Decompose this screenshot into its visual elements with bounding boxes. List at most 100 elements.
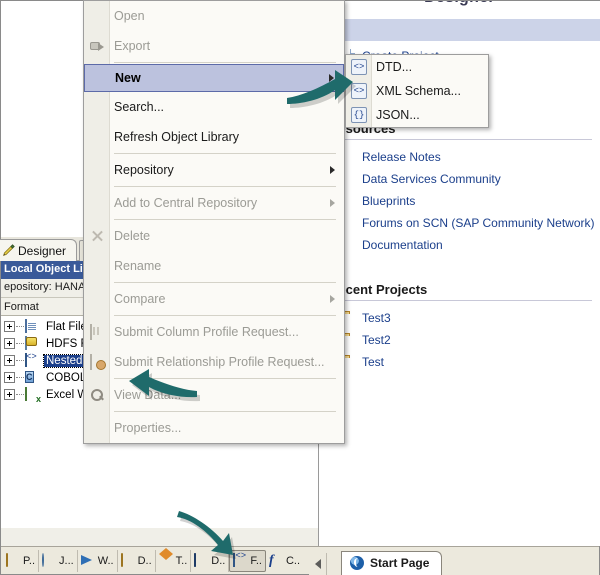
taskbar-button-label: C..: [285, 554, 301, 567]
datastore-icon: [194, 552, 209, 568]
taskbar-button-workflows[interactable]: W..: [78, 549, 118, 572]
menu-item-label: Submit Column Profile Request...: [114, 325, 299, 339]
taskbar-button-datastores[interactable]: D..: [191, 549, 230, 572]
menu-item-submit-relationship-profile-request[interactable]: Submit Relationship Profile Request...: [84, 347, 344, 377]
tab-start-page[interactable]: Start Page: [341, 550, 443, 575]
submenu-item-dtd[interactable]: <> DTD...: [346, 55, 488, 79]
menu-item-search[interactable]: Search...: [84, 92, 344, 122]
recent-project-test2[interactable]: Test2: [329, 329, 600, 351]
resource-data-services-community[interactable]: Data Services Community: [329, 168, 600, 190]
menu-item-label: Delete: [114, 229, 151, 243]
taskbar-button-label: F..: [250, 554, 262, 567]
menu-separator: [114, 219, 336, 220]
canvas-background-top-left: [1, 1, 83, 237]
menu-item-export[interactable]: Export: [84, 31, 344, 61]
expander-plus-icon[interactable]: [4, 372, 15, 383]
menu-item-label: View Data...: [114, 388, 182, 402]
resource-release-notes[interactable]: Release Notes: [329, 146, 600, 168]
expander-plus-icon[interactable]: [4, 389, 15, 400]
submenu-item-label: JSON...: [376, 108, 420, 122]
menu-item-label: Repository: [114, 163, 174, 177]
designer-heading: Designer: [319, 1, 600, 7]
project-folder-icon: [6, 552, 21, 568]
resource-documentation[interactable]: Documentation: [329, 234, 600, 256]
menu-item-label: Compare: [114, 292, 166, 306]
tree-connector: [16, 394, 24, 395]
menu-item-label: Rename: [114, 259, 162, 273]
menu-item-label: New: [115, 71, 141, 85]
menu-item-new[interactable]: New: [84, 64, 344, 92]
taskbar-button-jobs[interactable]: J...: [39, 549, 78, 572]
taskbar-button-dataflows[interactable]: D..: [118, 549, 156, 572]
formats-nested-icon: [233, 552, 248, 568]
taskbar-button-label: T..: [175, 554, 188, 567]
nested-schema-icon: [25, 352, 40, 368]
expander-plus-icon[interactable]: [4, 355, 15, 366]
taskbar-button-projects[interactable]: P..: [3, 549, 40, 572]
xml-schema-icon: <>: [351, 83, 367, 99]
recent-project-test[interactable]: Test: [329, 351, 600, 373]
hdfs-file-icon: [25, 335, 40, 351]
submenu-item-label: XML Schema...: [376, 84, 461, 98]
tree-connector: [16, 377, 24, 378]
start-page-swirl-icon: [350, 556, 365, 570]
designer-pen-icon: [2, 244, 15, 257]
resource-label: Blueprints: [362, 194, 416, 208]
taskbar-button-label: W..: [97, 554, 114, 567]
tab-start-page-label: Start Page: [370, 556, 430, 570]
taskbar-button-label: D..: [137, 554, 152, 567]
taskbar-button-custom-functions[interactable]: f C..: [266, 550, 303, 572]
taskbar-button-label: P..: [23, 554, 36, 567]
menu-item-view-data[interactable]: View Data...: [84, 380, 344, 410]
menu-item-add-to-central-repository[interactable]: Add to Central Repository: [84, 188, 344, 218]
resource-label: Forums on SCN (SAP Community Network): [362, 216, 595, 230]
export-icon: [90, 39, 105, 54]
menu-item-repository[interactable]: Repository: [84, 155, 344, 185]
recent-project-test3[interactable]: Test3: [329, 307, 600, 329]
menu-item-rename[interactable]: Rename: [84, 251, 344, 281]
submenu-item-json[interactable]: {} JSON...: [346, 103, 488, 127]
tab-scroll-left-button[interactable]: [309, 552, 328, 575]
submenu-chevron-icon: [330, 199, 335, 207]
context-menu-items: Open Export New Search... Refresh Object…: [84, 1, 344, 443]
menu-item-refresh-object-library[interactable]: Refresh Object Library: [84, 122, 344, 152]
menu-item-properties[interactable]: Properties...: [84, 413, 344, 443]
context-menu: Open Export New Search... Refresh Object…: [83, 0, 345, 444]
workflow-arrow-icon: [81, 554, 96, 568]
object-type-buttons: P.. J... W.. D.. T.. D.. <> F.. f C..: [1, 548, 303, 574]
delete-x-icon: [90, 229, 105, 244]
recent-project-label: Test2: [362, 333, 391, 347]
submenu-item-xml-schema[interactable]: <> XML Schema...: [346, 79, 488, 103]
resource-forums-on-scn[interactable]: Forums on SCN (SAP Community Network): [329, 212, 600, 234]
taskbar-button-formats[interactable]: F..: [229, 549, 266, 572]
recent-projects-list: Test3 Test2 Test: [329, 307, 600, 373]
expander-plus-icon[interactable]: [4, 338, 15, 349]
bottom-taskbar: P.. J... W.. D.. T.. D.. <> F.. f C.. St…: [1, 546, 599, 575]
designer-window: Designer Create Project Create Datastore: [0, 0, 600, 575]
menu-separator: [114, 282, 336, 283]
resources-list: Release Notes Data Services Community Bl…: [329, 146, 600, 256]
resource-blueprints[interactable]: Blueprints: [329, 190, 600, 212]
taskbar-button-transforms[interactable]: T..: [156, 549, 192, 572]
menu-item-submit-column-profile-request[interactable]: Submit Column Profile Request...: [84, 317, 344, 347]
menu-item-delete[interactable]: Delete: [84, 221, 344, 251]
resource-label: Release Notes: [362, 150, 441, 164]
menu-item-open[interactable]: Open: [84, 1, 344, 31]
magnifier-icon: [90, 388, 105, 403]
cobol-copybook-icon: C: [25, 370, 34, 383]
resources-divider: [329, 139, 592, 140]
menu-separator: [114, 411, 336, 412]
menu-separator: [114, 153, 336, 154]
menu-item-label: Add to Central Repository: [114, 196, 258, 210]
menu-item-label: Search...: [114, 100, 165, 114]
expander-plus-icon[interactable]: [4, 321, 15, 332]
menu-separator: [114, 378, 336, 379]
tab-designer[interactable]: Designer: [0, 239, 78, 261]
menu-item-compare[interactable]: Compare: [84, 284, 344, 314]
recent-project-label: Test3: [362, 311, 391, 325]
menu-item-label: Open: [114, 9, 145, 23]
transform-join-icon: [159, 554, 174, 568]
tree-connector: [16, 343, 24, 344]
tree-connector: [16, 326, 24, 327]
resource-label: Data Services Community: [362, 172, 501, 186]
